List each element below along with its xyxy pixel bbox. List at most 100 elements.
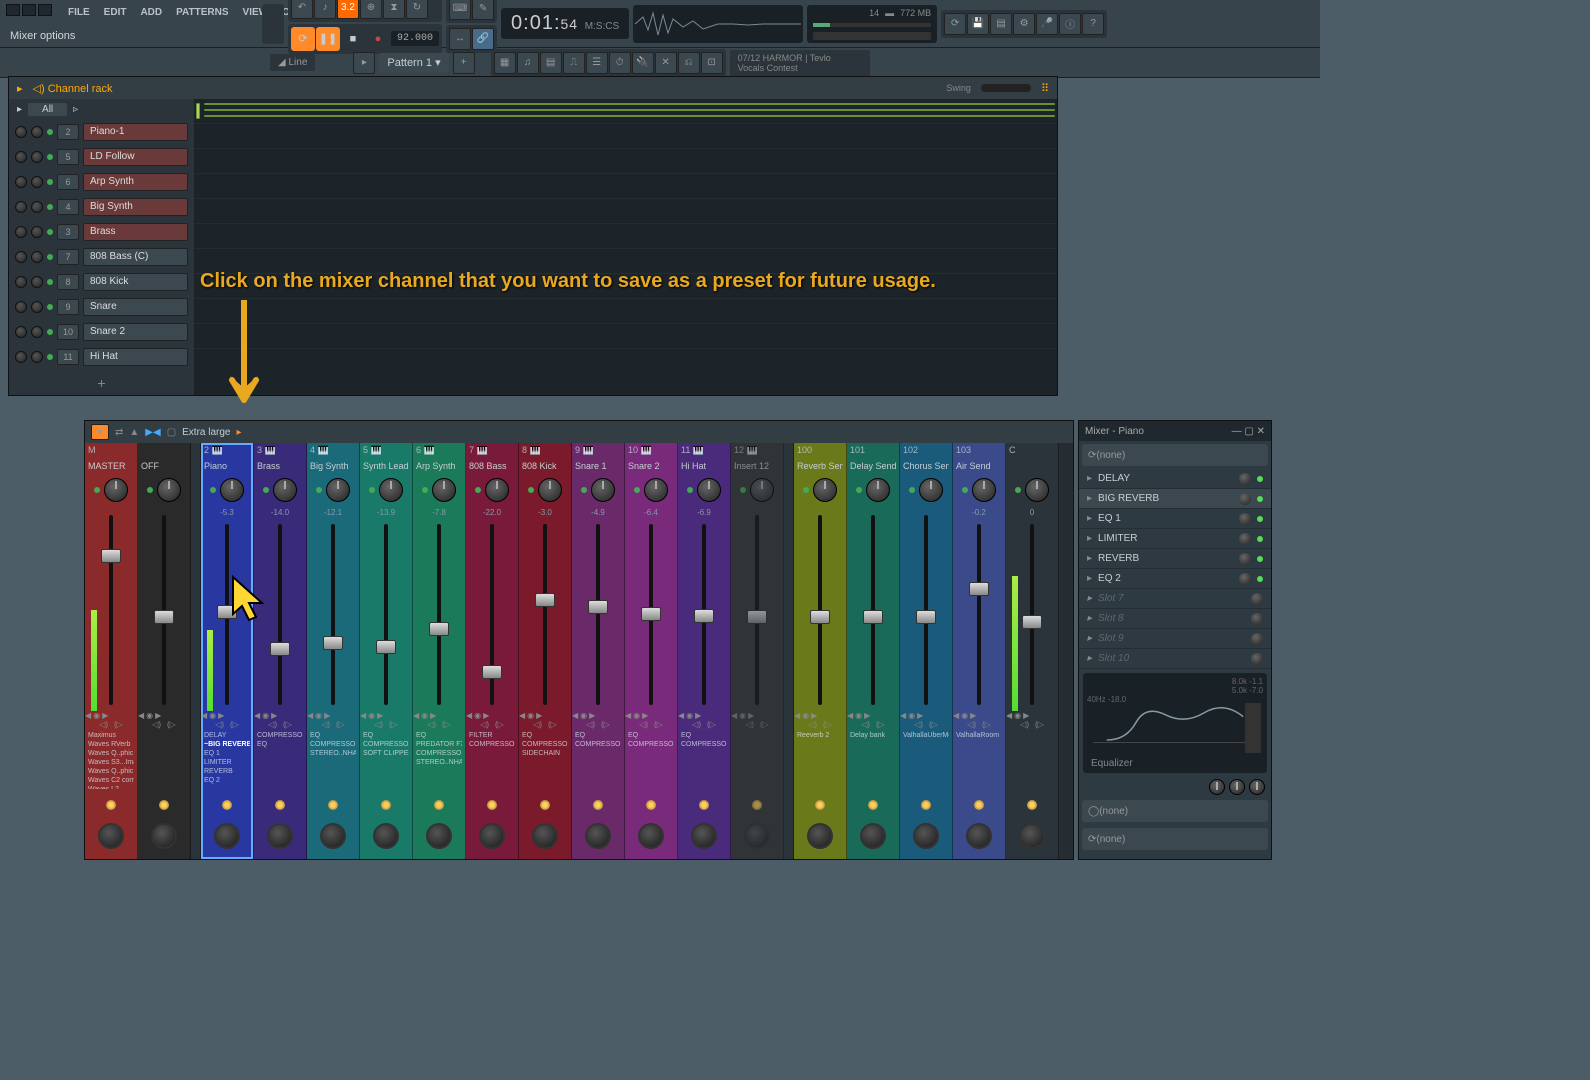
- channel-mute-led[interactable]: [47, 329, 53, 335]
- sequencer-lane[interactable]: [194, 299, 1057, 324]
- plugin-button[interactable]: 🔌: [632, 52, 654, 74]
- add-channel-button[interactable]: +: [9, 369, 194, 395]
- track-stereo-controls[interactable]: ◀◉▶: [360, 711, 412, 720]
- mixer-view-icon[interactable]: ▢: [167, 427, 176, 438]
- track-enable-bulb[interactable]: [868, 800, 878, 810]
- channel-vol-knob[interactable]: [31, 276, 43, 288]
- channel-route-box[interactable]: 11: [57, 349, 79, 365]
- sequencer-lane[interactable]: [194, 199, 1057, 224]
- channel-pan-knob[interactable]: [15, 151, 27, 163]
- pattern-prev-icon[interactable]: ▸: [353, 52, 375, 74]
- refresh-icon[interactable]: ⟳: [944, 13, 966, 35]
- mixer-track-c[interactable]: C 0 ◀◉▶ ◁)(▷: [1006, 443, 1059, 859]
- track-mute-led[interactable]: [263, 487, 269, 493]
- channel-pan-knob[interactable]: [15, 226, 27, 238]
- fx-slot-mix-knob[interactable]: [1239, 493, 1251, 505]
- eq-slider-1[interactable]: [1245, 703, 1261, 753]
- sequencer-lane[interactable]: [194, 224, 1057, 249]
- track-header[interactable]: 103 Air Send: [953, 443, 1005, 473]
- channel-button[interactable]: Brass: [83, 223, 188, 241]
- track-pan-knob[interactable]: [379, 478, 403, 502]
- fx-slot[interactable]: ▸ Slot 8: [1079, 609, 1271, 629]
- fx-slot[interactable]: ▸ DELAY: [1079, 469, 1271, 489]
- channel-rack-button[interactable]: ▤: [540, 52, 562, 74]
- track-fader-handle[interactable]: [694, 609, 714, 623]
- fx-slot[interactable]: ▸ EQ 1: [1079, 509, 1271, 529]
- stop-button[interactable]: ■: [341, 27, 365, 51]
- track-stereo-controls[interactable]: ◀◉▶: [413, 711, 465, 720]
- pause-button[interactable]: ❚❚: [316, 27, 340, 51]
- track-pan-knob[interactable]: [104, 478, 128, 502]
- eq-knob-high[interactable]: [1249, 779, 1265, 795]
- track-pan-knob[interactable]: [972, 478, 996, 502]
- track-send-knob[interactable]: [479, 823, 505, 849]
- loop-icon[interactable]: ↻: [406, 0, 428, 19]
- expand-icon[interactable]: ▸: [17, 104, 22, 115]
- channel-rack-menu-icon[interactable]: ▸: [17, 82, 23, 95]
- fx-slot-enable-led[interactable]: [1257, 496, 1263, 502]
- channel-button[interactable]: 808 Kick: [83, 273, 188, 291]
- track-pan-knob[interactable]: [750, 478, 774, 502]
- eq-display[interactable]: 8.0k -1.1 5.0k -7.0 40Hz -18.0 Equalizer: [1083, 673, 1267, 773]
- track-stereo-controls[interactable]: ◀◉▶: [307, 711, 359, 720]
- channel-mute-led[interactable]: [47, 129, 53, 135]
- channel-mute-led[interactable]: [47, 204, 53, 210]
- channel-pan-knob[interactable]: [15, 126, 27, 138]
- channel-pan-knob[interactable]: [15, 251, 27, 263]
- menu-file[interactable]: FILE: [62, 4, 96, 21]
- waveform-preview[interactable]: [633, 5, 803, 43]
- channel-route-box[interactable]: 5: [57, 149, 79, 165]
- track-stereo-controls[interactable]: ◀◉▶: [138, 711, 190, 720]
- track-enable-bulb[interactable]: [752, 800, 762, 810]
- channel-route-box[interactable]: 4: [57, 199, 79, 215]
- pattern-add-icon[interactable]: +: [453, 52, 475, 74]
- fx-maximize-icon[interactable]: ▢: [1244, 426, 1253, 437]
- fx-slot-mix-knob[interactable]: [1239, 533, 1251, 545]
- track-send-knob[interactable]: [913, 823, 939, 849]
- sequencer-lane[interactable]: [194, 124, 1057, 149]
- minimize-button[interactable]: [6, 4, 20, 16]
- track-send-knob[interactable]: [267, 823, 293, 849]
- track-send-knob[interactable]: [214, 823, 240, 849]
- fx-slot-mix-knob[interactable]: [1251, 593, 1263, 605]
- channel-route-box[interactable]: 7: [57, 249, 79, 265]
- track-send-knob[interactable]: [807, 823, 833, 849]
- fx-slot-enable-led[interactable]: [1257, 536, 1263, 542]
- menu-add[interactable]: ADD: [134, 4, 168, 21]
- channel-route-box[interactable]: 9: [57, 299, 79, 315]
- track-enable-bulb[interactable]: [381, 800, 391, 810]
- channel-button[interactable]: 808 Bass (C): [83, 248, 188, 266]
- channel-vol-knob[interactable]: [31, 351, 43, 363]
- track-header[interactable]: 10 🎹 Snare 2: [625, 443, 677, 473]
- track-stereo-controls[interactable]: ◀◉▶: [254, 711, 306, 720]
- mixer-track-808-kick[interactable]: 8 🎹 808 Kick -3.0 ◀◉▶ ◁)(▷ EQCOMPRESSORS…: [519, 443, 572, 859]
- typing-keyboard-icon[interactable]: ⌨: [449, 0, 471, 20]
- channel-pan-knob[interactable]: [15, 301, 27, 313]
- track-pan-knob[interactable]: [538, 478, 562, 502]
- track-send-knob[interactable]: [426, 823, 452, 849]
- fx-input-selector[interactable]: ⟳ (none): [1082, 444, 1268, 466]
- track-mute-led[interactable]: [94, 487, 100, 493]
- track-stereo-controls[interactable]: ◀◉▶: [466, 711, 518, 720]
- piano-roll-button[interactable]: ♫: [517, 52, 539, 74]
- track-stereo-controls[interactable]: ◀◉▶: [953, 711, 1005, 720]
- track-header[interactable]: 6 🎹 Arp Synth: [413, 443, 465, 473]
- channel-pan-knob[interactable]: [15, 276, 27, 288]
- fx-slot[interactable]: ▸ EQ 2: [1079, 569, 1271, 589]
- mixer-button[interactable]: ⎍: [563, 52, 585, 74]
- track-enable-bulb[interactable]: [540, 800, 550, 810]
- channel-mute-led[interactable]: [47, 229, 53, 235]
- mixer-wave-icon[interactable]: ▲: [129, 427, 139, 438]
- track-mute-led[interactable]: [909, 487, 915, 493]
- undo-history-button[interactable]: ⎌: [678, 52, 700, 74]
- loop-mode-button[interactable]: ⟳: [291, 27, 315, 51]
- sequencer-lane[interactable]: [194, 149, 1057, 174]
- channel-route-box[interactable]: 2: [57, 124, 79, 140]
- track-mute-led[interactable]: [147, 487, 153, 493]
- channel-rack-options-icon[interactable]: ⠿: [1041, 82, 1049, 95]
- snap-selector[interactable]: ◢ Line: [270, 54, 315, 71]
- track-send-knob[interactable]: [585, 823, 611, 849]
- track-pan-knob[interactable]: [432, 478, 456, 502]
- channel-mute-led[interactable]: [47, 179, 53, 185]
- mixer-track-808-bass[interactable]: 7 🎹 808 Bass -22.0 ◀◉▶ ◁)(▷ FILTERCOMPRE…: [466, 443, 519, 859]
